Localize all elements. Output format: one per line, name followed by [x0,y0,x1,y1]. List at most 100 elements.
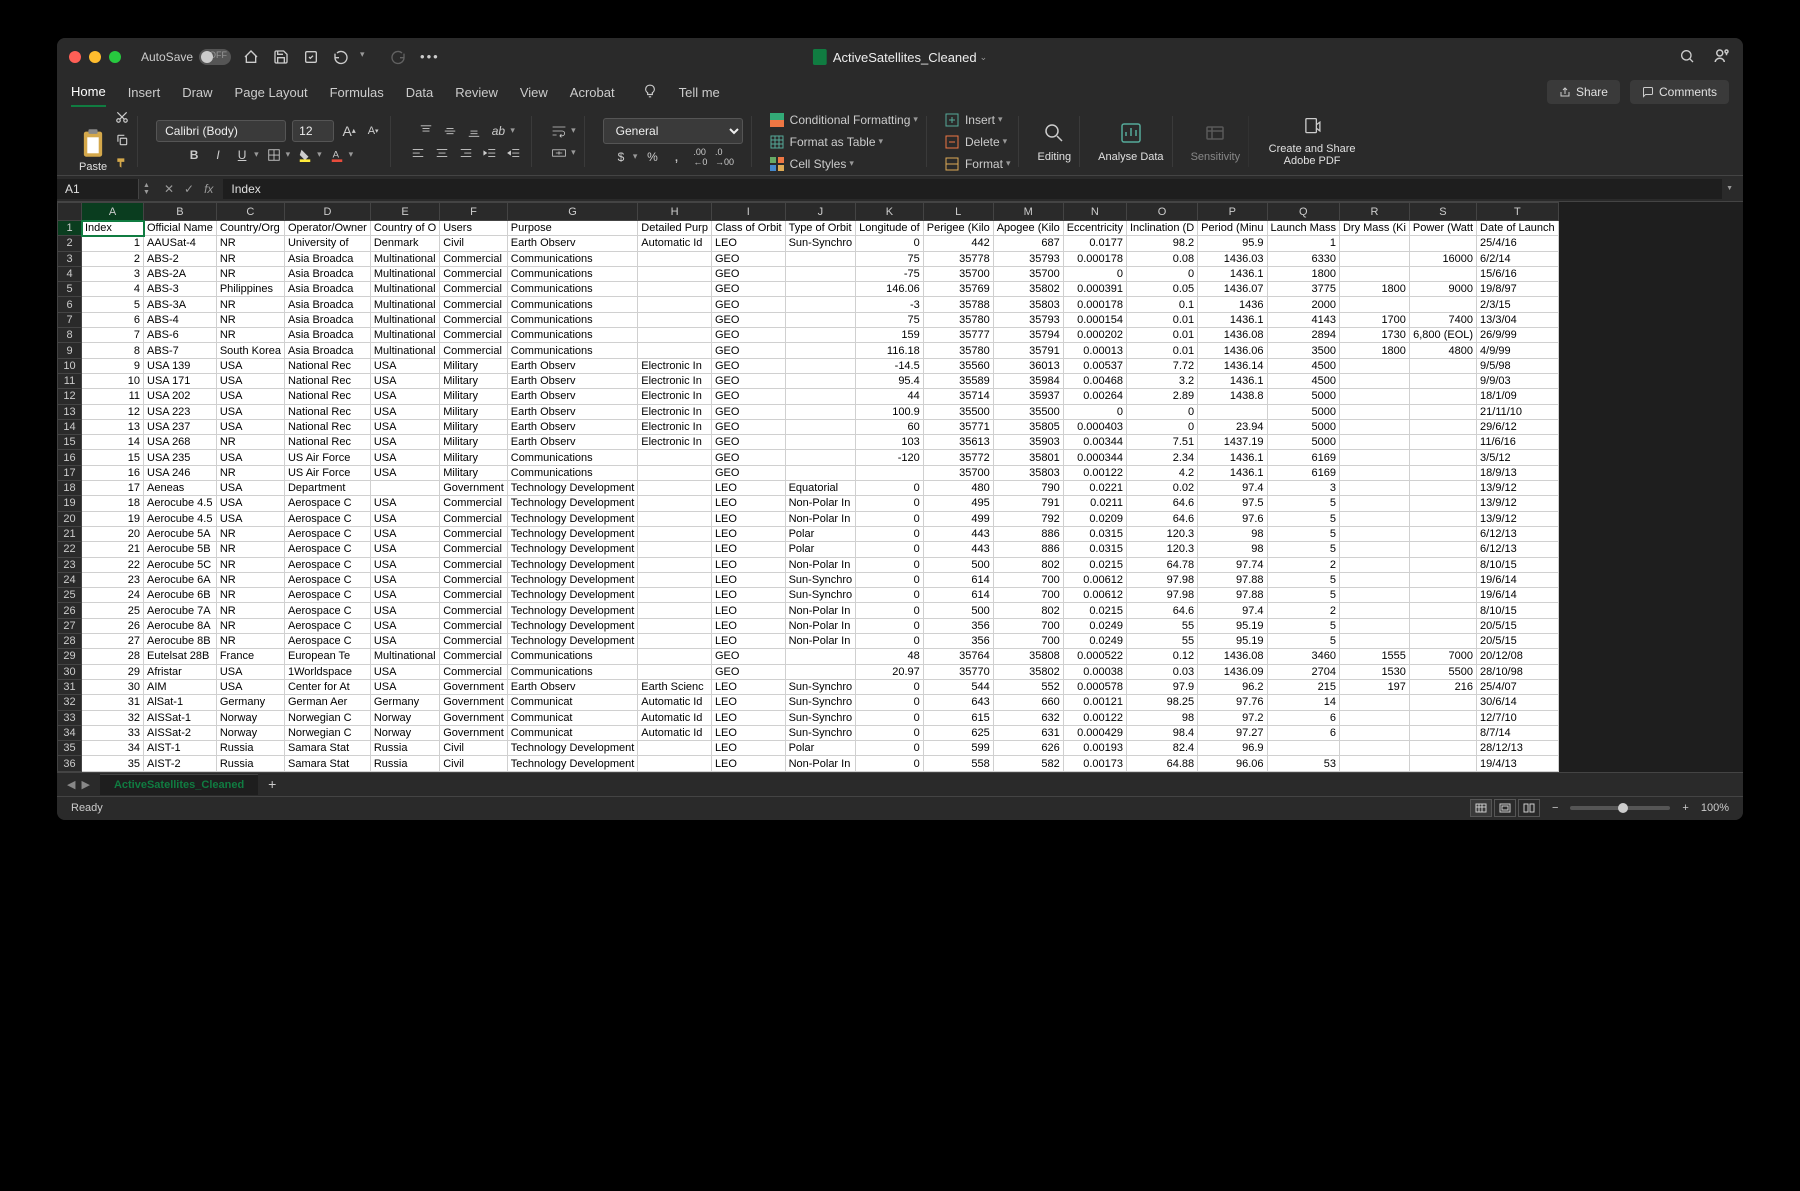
data-cell[interactable]: -14.5 [856,358,924,373]
data-cell[interactable]: 55 [1126,618,1197,633]
row-header-16[interactable]: 16 [58,450,82,465]
data-cell[interactable]: Non-Polar In [785,496,856,511]
header-cell[interactable]: Official Name [144,221,217,236]
data-cell[interactable]: 4.2 [1126,465,1197,480]
data-cell[interactable]: 0.000154 [1063,312,1126,327]
data-cell[interactable] [1339,588,1409,603]
data-cell[interactable]: Center for At [284,679,370,694]
data-cell[interactable]: 35700 [923,465,993,480]
delete-cells-button[interactable]: Delete▾ [945,133,1007,151]
data-cell[interactable] [1339,603,1409,618]
data-cell[interactable]: 544 [923,679,993,694]
data-cell[interactable]: Electronic In [638,373,712,388]
data-cell[interactable] [785,328,856,343]
data-cell[interactable]: 1436.07 [1198,282,1267,297]
data-cell[interactable]: 0.000578 [1063,679,1126,694]
share-button[interactable]: Share [1547,80,1620,104]
data-cell[interactable]: GEO [711,328,785,343]
data-cell[interactable]: Asia Broadca [284,266,370,281]
data-cell[interactable]: USA [370,511,439,526]
data-cell[interactable] [1409,526,1476,541]
data-cell[interactable]: Government [440,679,508,694]
data-cell[interactable]: Government [440,481,508,496]
data-cell[interactable]: 0 [856,572,924,587]
data-cell[interactable]: NR [216,251,284,266]
data-cell[interactable]: LEO [711,741,785,756]
data-cell[interactable]: 35714 [923,389,993,404]
data-cell[interactable] [1339,710,1409,725]
data-cell[interactable]: 0.000391 [1063,282,1126,297]
merge-icon[interactable] [550,144,568,162]
data-cell[interactable]: 0 [1063,404,1126,419]
data-cell[interactable]: Multinational [370,343,439,358]
data-cell[interactable] [370,481,439,496]
header-cell[interactable]: Inclination (D [1126,221,1197,236]
data-cell[interactable]: NR [216,557,284,572]
data-cell[interactable]: Technology Development [507,756,638,771]
col-header-D[interactable]: D [284,203,370,221]
data-cell[interactable]: Technology Development [507,603,638,618]
col-header-L[interactable]: L [923,203,993,221]
data-cell[interactable]: 14 [82,435,144,450]
data-cell[interactable]: 25 [82,603,144,618]
data-cell[interactable]: 599 [923,741,993,756]
col-header-A[interactable]: A [82,203,144,221]
data-cell[interactable]: 97.9 [1126,679,1197,694]
row-header-14[interactable]: 14 [58,419,82,434]
data-cell[interactable]: Earth Observ [507,389,638,404]
data-cell[interactable] [1409,618,1476,633]
data-cell[interactable]: 64.6 [1126,511,1197,526]
data-cell[interactable]: 0 [856,236,924,251]
data-cell[interactable]: 0.0315 [1063,542,1126,557]
data-cell[interactable]: Technology Development [507,741,638,756]
data-cell[interactable]: GEO [711,450,785,465]
data-cell[interactable] [1409,389,1476,404]
data-cell[interactable]: 0.01 [1126,328,1197,343]
data-cell[interactable] [1409,725,1476,740]
data-cell[interactable]: 35984 [993,373,1063,388]
data-cell[interactable] [1409,496,1476,511]
data-cell[interactable]: 0.000202 [1063,328,1126,343]
conditional-formatting-button[interactable]: Conditional Formatting▾ [770,111,918,129]
format-cells-button[interactable]: Format▾ [945,155,1011,173]
data-cell[interactable]: Military [440,435,508,450]
data-cell[interactable] [785,297,856,312]
tell-me[interactable]: Tell me [679,79,720,106]
data-cell[interactable]: 1436.14 [1198,358,1267,373]
zoom-out-button[interactable]: − [1552,802,1558,814]
tab-draw[interactable]: Draw [182,79,212,106]
data-cell[interactable] [1339,526,1409,541]
data-cell[interactable] [638,649,712,664]
data-cell[interactable]: 0 [856,695,924,710]
data-cell[interactable]: 35589 [923,373,993,388]
data-cell[interactable]: 0 [856,542,924,557]
data-cell[interactable]: 1800 [1339,343,1409,358]
row-header-10[interactable]: 10 [58,358,82,373]
data-cell[interactable]: 6330 [1267,251,1339,266]
data-cell[interactable]: Aerocube 6B [144,588,217,603]
data-cell[interactable]: Aerocube 8B [144,634,217,649]
data-cell[interactable] [638,251,712,266]
data-cell[interactable]: 35801 [993,450,1063,465]
data-cell[interactable]: USA [370,618,439,633]
header-cell[interactable]: Index [82,221,144,236]
data-cell[interactable]: USA [370,572,439,587]
data-cell[interactable]: 0.00013 [1063,343,1126,358]
font-size-select[interactable] [292,120,334,142]
data-cell[interactable]: LEO [711,236,785,251]
data-cell[interactable]: 0 [856,756,924,771]
data-cell[interactable]: AAUSat-4 [144,236,217,251]
data-cell[interactable]: Samara Stat [284,756,370,771]
data-cell[interactable]: 11 [82,389,144,404]
data-cell[interactable] [785,465,856,480]
data-cell[interactable]: USA [370,465,439,480]
data-cell[interactable] [1339,634,1409,649]
data-cell[interactable]: NR [216,328,284,343]
data-cell[interactable] [1409,542,1476,557]
data-cell[interactable]: NR [216,435,284,450]
data-cell[interactable]: 28/12/13 [1477,741,1559,756]
data-cell[interactable]: 8/10/15 [1477,557,1559,572]
data-cell[interactable]: 2 [1267,603,1339,618]
data-cell[interactable]: 1555 [1339,649,1409,664]
undo-chevron[interactable]: ▾ [360,49,376,65]
